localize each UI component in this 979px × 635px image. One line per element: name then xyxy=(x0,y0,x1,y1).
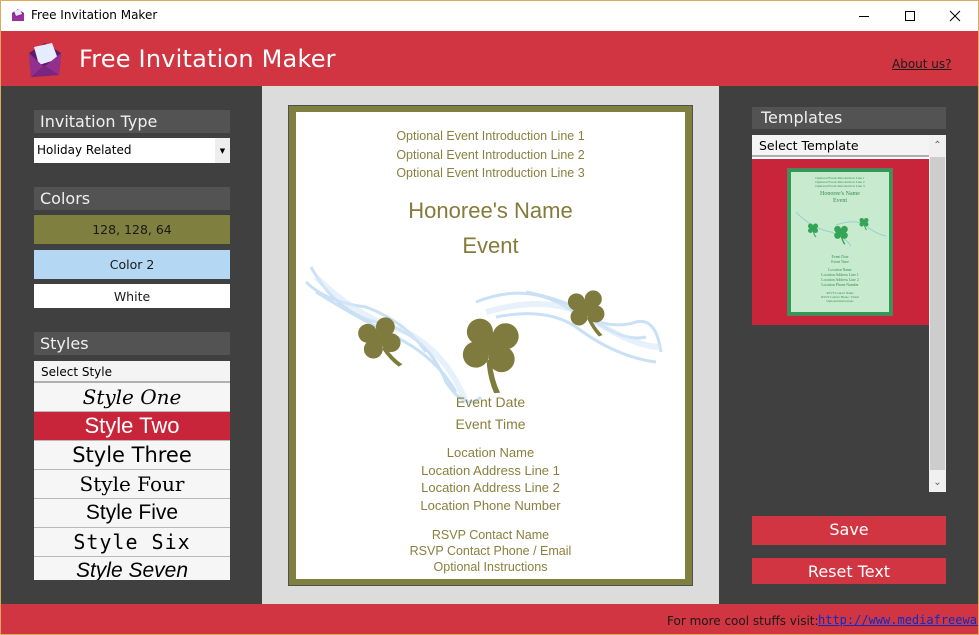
scrollbar-thumb[interactable] xyxy=(930,157,945,470)
footer: For more cool stuffs visit: http://www.m… xyxy=(1,604,978,634)
style-item[interactable]: Style Seven xyxy=(34,557,230,580)
maximize-icon xyxy=(905,11,915,21)
location-address-1[interactable]: Location Address Line 1 xyxy=(296,463,685,478)
invitation-type-dropdown[interactable]: Holiday Related ▼ xyxy=(34,138,230,163)
preview-area: Optional Event Introduction Line 1 Optio… xyxy=(262,86,719,604)
styles-heading: Styles xyxy=(34,332,230,355)
app-title: Free Invitation Maker xyxy=(79,45,336,73)
event-date[interactable]: Event Date xyxy=(296,394,685,410)
left-panel: Invitation Type Holiday Related ▼ Colors… xyxy=(1,86,262,604)
event-name[interactable]: Event xyxy=(296,233,685,259)
event-time[interactable]: Event Time xyxy=(296,416,685,432)
template-card-body: Optional Event Introduction Line 1 Optio… xyxy=(791,172,889,312)
envelope-icon xyxy=(29,43,61,77)
style-item-selected[interactable]: Style Two xyxy=(34,412,230,441)
right-panel: Templates Select Template Optional Event… xyxy=(719,86,978,604)
color1-button[interactable]: 128, 128, 64 xyxy=(34,215,230,244)
style-item[interactable]: Style Five xyxy=(34,499,230,528)
template-list: Select Template Optional Event Introduct… xyxy=(752,135,929,325)
intro-line-2[interactable]: Optional Event Introduction Line 2 xyxy=(296,148,685,162)
honoree-name[interactable]: Honoree's Name xyxy=(296,198,685,224)
tpl-honoree: Honoree's Name xyxy=(820,191,860,197)
tpl-location-2: Location Address Line 1 xyxy=(821,273,859,277)
color2-button[interactable]: Color 2 xyxy=(34,250,230,279)
tpl-event: Event xyxy=(833,198,847,204)
rsvp-name[interactable]: RSVP Contact Name xyxy=(296,528,685,542)
style-item[interactable]: Style Three xyxy=(34,441,230,470)
invitation-card: Optional Event Introduction Line 1 Optio… xyxy=(288,105,693,586)
maximize-button[interactable] xyxy=(887,1,933,31)
style-item[interactable]: Style Six xyxy=(34,528,230,557)
tpl-location-1: Location Name xyxy=(828,268,852,272)
invitation-type-value: Holiday Related xyxy=(37,143,132,157)
invitation-type-heading: Invitation Type xyxy=(34,110,230,133)
color3-button[interactable]: White xyxy=(34,284,230,308)
rsvp-instructions[interactable]: Optional Instructions xyxy=(296,560,685,574)
intro-line-1[interactable]: Optional Event Introduction Line 1 xyxy=(296,129,685,143)
intro-line-3[interactable]: Optional Event Introduction Line 3 xyxy=(296,166,685,180)
template-card: Optional Event Introduction Line 1 Optio… xyxy=(787,168,893,316)
about-link[interactable]: About us? xyxy=(892,57,952,71)
location-name[interactable]: Location Name xyxy=(296,445,685,460)
app-icon xyxy=(12,9,24,21)
style-item[interactable]: Style One xyxy=(34,383,230,412)
template-scrollbar[interactable]: ⌃ ⌄ xyxy=(929,135,946,492)
chevron-down-icon[interactable]: ▼ xyxy=(215,138,230,163)
chevron-up-icon[interactable]: ⌃ xyxy=(929,135,946,155)
tpl-location-3: Location Address Line 2 xyxy=(821,278,859,282)
location-address-2[interactable]: Location Address Line 2 xyxy=(296,480,685,495)
style-item[interactable]: Style Four xyxy=(34,470,230,499)
tpl-date: Event Date xyxy=(831,255,849,259)
tpl-location-4: Location Phone Number xyxy=(821,283,859,287)
select-style-label: Select Style xyxy=(34,361,230,383)
select-template-label: Select Template xyxy=(752,135,929,157)
template-thumbnail[interactable]: Optional Event Introduction Line 1 Optio… xyxy=(752,159,929,325)
shamrock-smoke-decoration xyxy=(304,266,663,404)
close-button[interactable] xyxy=(932,1,978,31)
location-phone[interactable]: Location Phone Number xyxy=(296,498,685,513)
chevron-down-icon[interactable]: ⌄ xyxy=(929,472,946,492)
tpl-time: Event Time xyxy=(831,260,849,264)
tpl-shamrock-decoration xyxy=(795,211,887,247)
footer-label: For more cool stuffs visit: xyxy=(667,614,819,628)
reset-text-button[interactable]: Reset Text xyxy=(752,558,946,584)
minimize-icon xyxy=(859,16,869,17)
tpl-intro-3: Optional Event Introduction Line 3 xyxy=(815,184,865,188)
app-window: Free Invitation Maker Free Invitation Ma… xyxy=(0,0,979,635)
close-icon xyxy=(949,10,961,22)
templates-heading: Templates xyxy=(752,107,946,129)
minimize-button[interactable] xyxy=(841,1,887,31)
window-title: Free Invitation Maker xyxy=(31,8,158,22)
invitation-card-body: Optional Event Introduction Line 1 Optio… xyxy=(296,112,685,579)
website-link[interactable]: http://www.mediafreeware.co xyxy=(818,613,978,627)
app-header: Free Invitation Maker About us? xyxy=(1,31,978,86)
tpl-rsvp-3: Optional Instructions xyxy=(826,299,854,303)
colors-heading: Colors xyxy=(34,187,230,210)
style-list: Select Style Style One Style Two Style T… xyxy=(34,361,230,580)
rsvp-contact[interactable]: RSVP Contact Phone / Email xyxy=(296,544,685,558)
title-bar: Free Invitation Maker xyxy=(1,1,978,31)
save-button[interactable]: Save xyxy=(752,516,946,545)
